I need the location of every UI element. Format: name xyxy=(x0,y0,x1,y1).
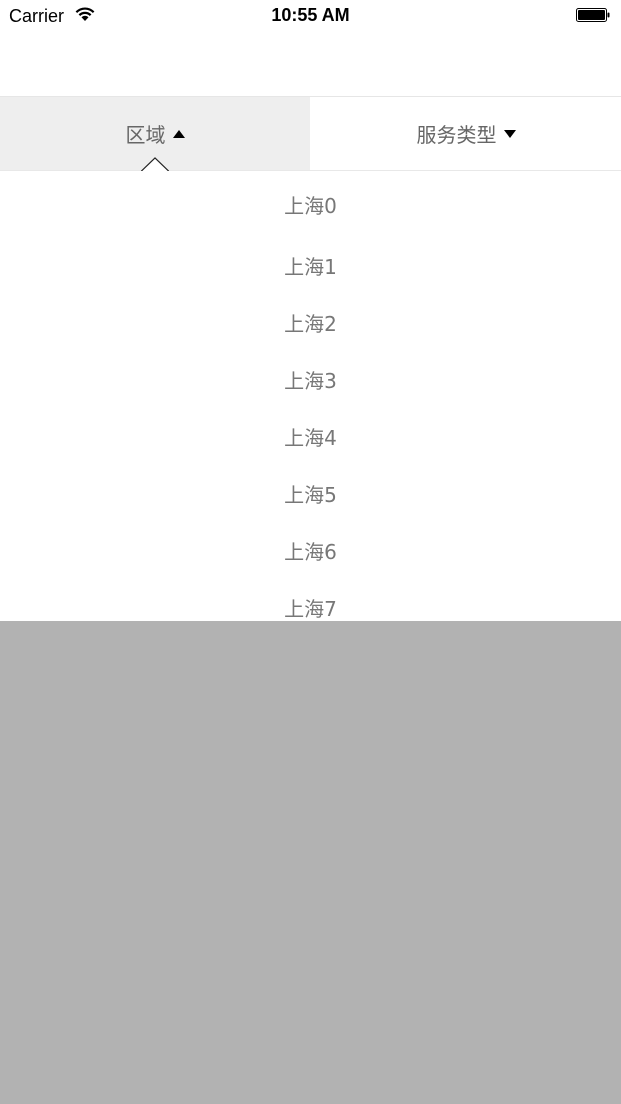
navigation-bar xyxy=(0,32,621,97)
filter-menu-bar: 区域 服务类型 xyxy=(0,97,621,171)
list-item[interactable]: 上海1 xyxy=(0,237,621,294)
triangle-up-icon xyxy=(172,129,185,138)
battery-icon xyxy=(576,8,610,22)
list-item[interactable]: 上海3 xyxy=(0,351,621,408)
dim-overlay[interactable] xyxy=(0,621,621,1104)
triangle-down-icon xyxy=(503,129,516,138)
list-item[interactable]: 上海5 xyxy=(0,465,621,522)
list-item[interactable]: 上海6 xyxy=(0,522,621,579)
clock-time: 10:55 AM xyxy=(271,5,350,25)
region-dropdown-list: 上海0 上海1 上海2 上海3 上海4 上海5 上海6 上海7 xyxy=(0,171,621,621)
filter-tab-label: 服务类型 xyxy=(416,123,497,147)
status-bar: Carrier 10:55 AM xyxy=(0,0,621,32)
list-item[interactable]: 上海7 xyxy=(0,579,621,621)
filter-tab-service-type[interactable]: 服务类型 xyxy=(311,97,621,170)
list-item[interactable]: 上海2 xyxy=(0,294,621,351)
list-item[interactable]: 上海0 xyxy=(0,171,621,237)
filter-tab-label: 区域 xyxy=(125,123,166,147)
dropdown-pointer-icon xyxy=(141,157,169,172)
list-item[interactable]: 上海4 xyxy=(0,408,621,465)
